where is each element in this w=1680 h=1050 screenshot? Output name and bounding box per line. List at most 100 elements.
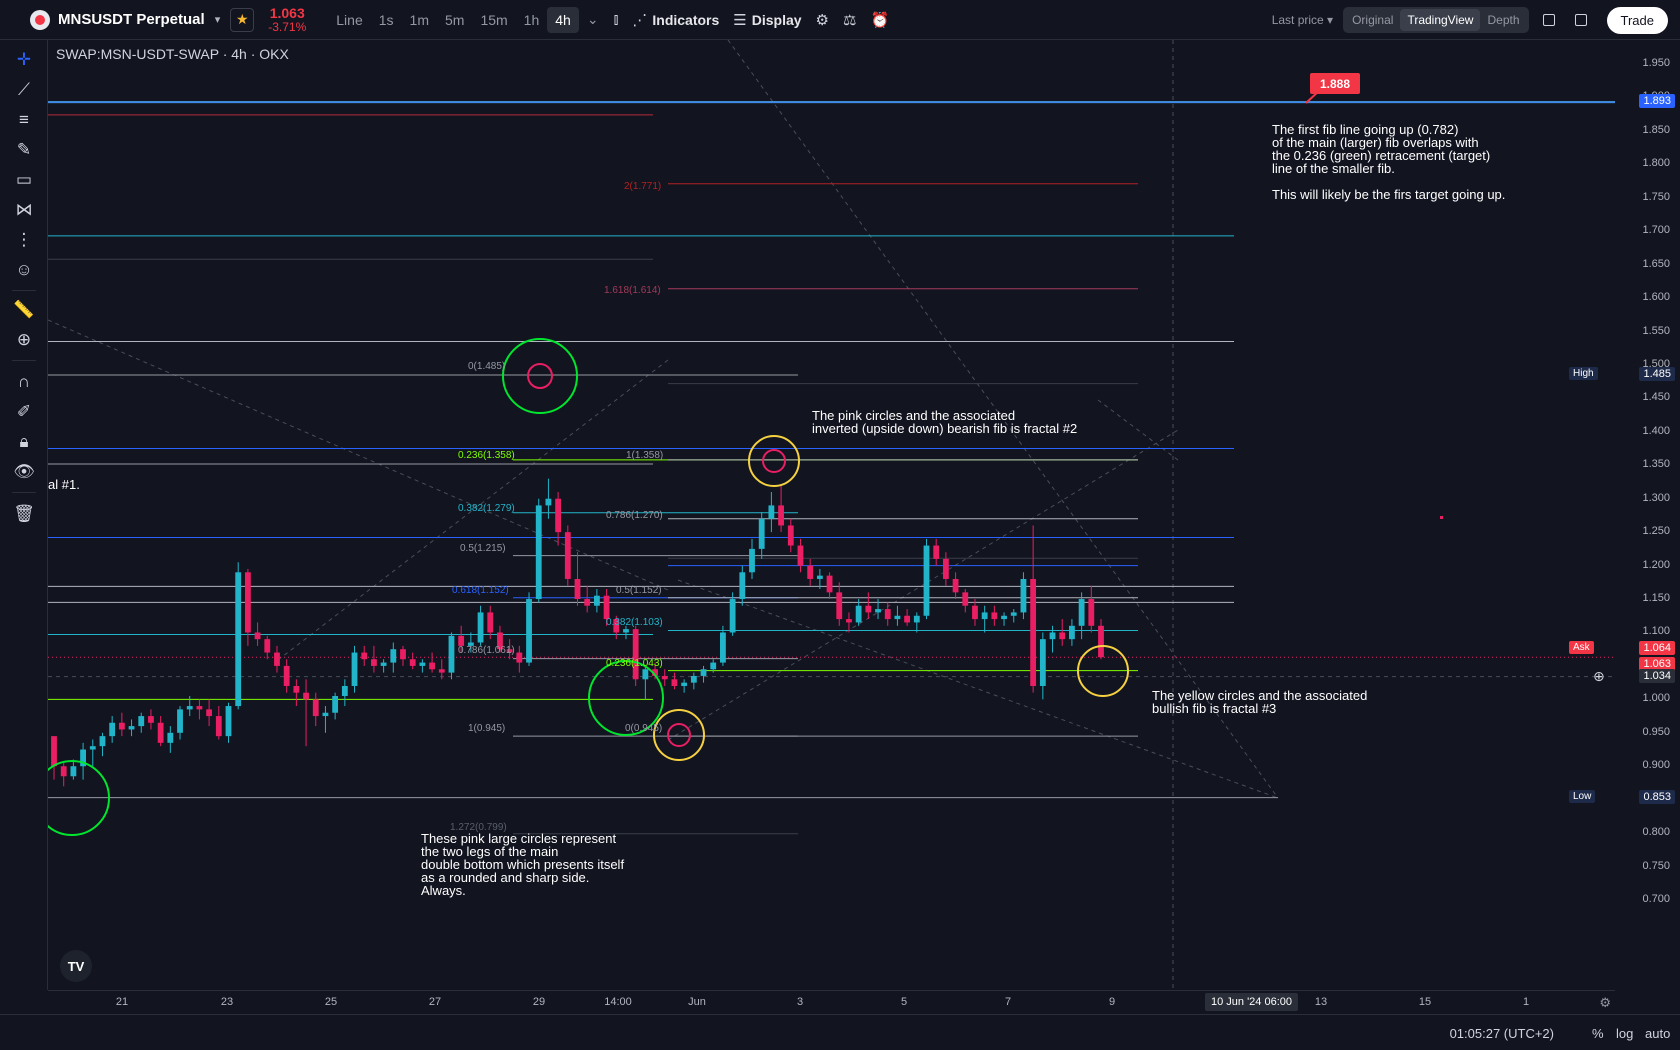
eye-icon[interactable]: 👁︎ <box>12 460 36 484</box>
display-label: Display <box>751 11 802 28</box>
brush-icon[interactable]: ✎ <box>12 138 36 162</box>
candle-body <box>826 575 833 593</box>
fullscreen-icon[interactable] <box>1542 14 1555 26</box>
candle-body <box>855 605 862 623</box>
candle-body <box>545 498 552 506</box>
candle-body <box>400 649 406 660</box>
timeframe-1h[interactable]: 1h <box>516 7 548 33</box>
favorite-star-icon[interactable]: ★ <box>230 7 255 32</box>
candle-body <box>293 685 300 693</box>
symbol-name[interactable]: MNSUSDT Perpetual <box>58 11 205 28</box>
time-tick: 14:00 <box>604 996 632 1008</box>
trash-icon[interactable]: 🗑︎ <box>12 502 36 526</box>
candle-body <box>477 612 484 643</box>
timeframe-line[interactable]: Line <box>328 7 370 33</box>
timeframe-1s[interactable]: 1s <box>371 7 402 33</box>
auto-scale-toggle[interactable]: auto <box>1645 1026 1670 1041</box>
candle-body <box>99 736 106 747</box>
view-toggle: Original TradingView Depth <box>1343 7 1529 33</box>
time-tick: 27 <box>428 996 442 1008</box>
timeframe-4h[interactable]: 4h <box>547 6 579 33</box>
time-tick: 3 <box>796 996 804 1008</box>
view-tradingview[interactable]: TradingView <box>1400 9 1481 31</box>
candle-body <box>51 736 57 767</box>
time-axis[interactable]: 10 Jun '24 06:00 ⚙ 21 23 25 27 29 14:00 Jun 3 5 7… <box>48 990 1615 1014</box>
candle-body <box>720 632 726 663</box>
price-tick: 1.350 <box>1642 458 1670 471</box>
candle-body <box>1059 632 1066 640</box>
display-button[interactable]: ☰ Display <box>726 7 808 33</box>
zoom-in-icon[interactable]: ⊕ <box>12 328 36 352</box>
candle-body <box>332 696 339 713</box>
candle-body <box>787 525 794 546</box>
candle-body <box>167 732 174 743</box>
trade-button[interactable]: Trade <box>1606 6 1668 34</box>
add-alert-plus-icon[interactable]: ⊕ <box>1593 668 1605 685</box>
percent-scale-toggle[interactable]: % <box>1592 1026 1604 1041</box>
view-depth[interactable]: Depth <box>1480 9 1526 31</box>
price-change: -3.71% <box>268 19 307 34</box>
candle-body <box>661 675 668 680</box>
price-axis[interactable]: 1.9501.9001.8501.8001.7501.7001.6501.600… <box>1569 40 1680 990</box>
price-tick: 1.000 <box>1642 692 1670 705</box>
pattern-icon[interactable]: ⋈ <box>12 198 36 222</box>
fib-label-0618-a: 0.618(1.152) <box>452 585 509 596</box>
settings-gear-icon[interactable]: ⚙ <box>809 7 836 33</box>
timeframe-15m[interactable]: 15m <box>472 7 515 33</box>
screenshot-icon[interactable] <box>1574 14 1587 26</box>
compare-scale-icon[interactable]: ⚖ <box>836 7 863 33</box>
candle-body <box>138 716 145 727</box>
candle-body <box>904 615 911 623</box>
alert-icon[interactable]: ⏰ <box>863 7 896 33</box>
magnet-icon[interactable]: ∩ <box>12 370 36 394</box>
candle-body <box>603 595 610 620</box>
indicators-button[interactable]: ⋰ Indicators <box>625 7 726 33</box>
candle-body <box>60 766 67 777</box>
lock-icon[interactable]: 🔒︎ <box>12 430 36 454</box>
price-tick: 1.100 <box>1642 625 1670 638</box>
candle-body <box>778 505 784 526</box>
trend-line-icon[interactable]: ⟋ <box>12 78 36 102</box>
candle-type-icon[interactable]: ⫾ <box>607 7 626 33</box>
fib-label-0382-b: 0.382(1.103) <box>606 617 663 628</box>
chevron-down-icon[interactable]: ▾ <box>215 13 221 26</box>
chart-pane[interactable]: 1.888 SWAP:MSN-USDT-SWAP · 4h · OKX al #… <box>48 40 1615 990</box>
price-tick: 1.650 <box>1642 257 1670 270</box>
view-original[interactable]: Original <box>1345 9 1400 31</box>
clock[interactable]: 01:05:27 (UTC+2) <box>1450 1026 1554 1041</box>
text-note-icon[interactable]: ▭ <box>12 168 36 192</box>
pink-circle <box>762 449 786 473</box>
candle-body <box>758 518 765 549</box>
tradingview-logo-icon[interactable]: TV <box>60 950 92 982</box>
timeframe-selector: Line 1s 1m 5m 15m 1h 4h ⌄ <box>328 6 607 33</box>
price-source-select[interactable]: Last price ▾ <box>1272 13 1333 27</box>
marker-dot <box>1440 516 1443 519</box>
forecast-icon[interactable]: ⋮ <box>12 228 36 252</box>
lock-drawing-icon[interactable]: ✐ <box>12 400 36 424</box>
candle-body <box>274 652 280 666</box>
fib-label-1272: 1.272(0.799) <box>450 822 507 833</box>
time-tick: 9 <box>1108 996 1116 1008</box>
time-tick: 13 <box>1314 996 1328 1008</box>
timeframe-more-chevron-icon[interactable]: ⌄ <box>579 7 607 33</box>
time-tick: 7 <box>1004 996 1012 1008</box>
fib-retracement-icon[interactable]: ≡ <box>12 108 36 132</box>
candle-body <box>681 682 688 686</box>
candle-body <box>351 652 358 686</box>
timeframe-1m[interactable]: 1m <box>402 7 437 33</box>
high-price-badge: 1.485 <box>1639 366 1675 381</box>
dashed-trend-line <box>1097 399 1179 461</box>
toolbar-divider <box>12 360 36 361</box>
price-tick: 1.700 <box>1642 224 1670 237</box>
axis-settings-icon[interactable]: ⚙ <box>1599 995 1611 1011</box>
log-scale-toggle[interactable]: log <box>1616 1026 1633 1041</box>
emoji-icon[interactable]: ☺ <box>12 258 36 282</box>
candle-body <box>865 605 872 613</box>
fib-label-0786-a: 0.786(1.061) <box>458 645 515 656</box>
candle-body <box>264 639 271 653</box>
annotation-fractal-2: The pink circles and the associated inve… <box>812 408 1078 436</box>
ruler-icon[interactable]: 📏 <box>12 298 36 322</box>
crosshair-icon[interactable]: ✛ <box>12 48 36 72</box>
timeframe-5m[interactable]: 5m <box>437 7 472 33</box>
candle-body <box>535 505 542 600</box>
